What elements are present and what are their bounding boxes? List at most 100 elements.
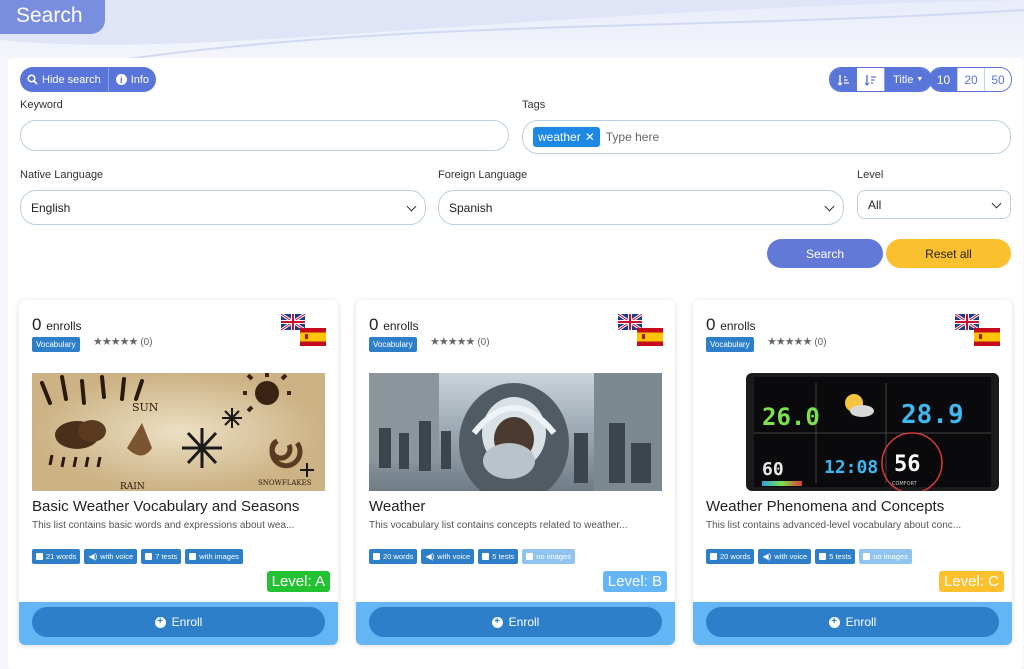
search-panel: Hide search i Info Title ▼ 10 20 50 Keyw… (8, 58, 1023, 669)
course-description: This vocabulary list contains concepts r… (369, 520, 628, 531)
info-label: Info (130, 73, 150, 86)
thumb-comfort-text: COMFORT (892, 481, 918, 487)
category-badge: Vocabulary (32, 337, 80, 352)
words-badge: 20 words (706, 549, 755, 564)
book-icon (36, 553, 43, 560)
tags-label: Tags (522, 99, 546, 111)
hide-search-label: Hide search (42, 73, 101, 86)
enroll-count: 0 enrolls (369, 315, 419, 334)
category-badge: Vocabulary (706, 337, 754, 352)
words-badge: 20 words (369, 549, 418, 564)
remove-tag-icon[interactable]: ✕ (585, 130, 595, 144)
sort-ascending-button[interactable] (830, 68, 857, 91)
info-button[interactable]: i Info (107, 67, 157, 92)
tag-chip: weather ✕ (533, 127, 600, 147)
level-value: All (868, 197, 882, 212)
sort-field-dropdown[interactable]: Title ▼ (884, 68, 932, 91)
page-size-20[interactable]: 20 (957, 68, 984, 91)
enroll-button[interactable]: + Enroll (369, 607, 662, 637)
page-title: Search (0, 0, 105, 34)
search-icon (27, 74, 38, 85)
enroll-button[interactable]: + Enroll (706, 607, 999, 637)
course-title[interactable]: Weather Phenomena and Concepts (706, 498, 944, 515)
enroll-label: Enroll (171, 615, 203, 629)
clipboard-icon (482, 553, 490, 560)
enroll-label: Enroll (845, 615, 877, 629)
voice-badge: ◀) with voice (84, 549, 138, 564)
chevron-down-icon (991, 198, 1002, 209)
voice-badge: ◀) with voice (758, 549, 812, 564)
thumb-rain-text: RAIN (120, 482, 145, 491)
native-language-select[interactable]: English (20, 190, 426, 225)
hide-search-button[interactable]: Hide search (20, 67, 108, 92)
rating-stars: ★★★★★ (0) (430, 336, 490, 348)
info-icon: i (115, 74, 127, 85)
language-flags-icon (281, 314, 326, 346)
keyword-label: Keyword (20, 99, 63, 111)
chevron-down-icon (406, 201, 417, 212)
course-card: 0 enrolls Vocabulary ★★★★★ (0) Weather Th… (356, 300, 675, 645)
level-label: Level (857, 169, 884, 181)
clipboard-icon (819, 553, 827, 560)
sort-descending-button[interactable] (857, 68, 884, 91)
enroll-count: 0 enrolls (32, 315, 82, 334)
tags-placeholder: Type here (605, 130, 660, 144)
clipboard-icon (145, 553, 153, 560)
course-thumbnail: 26.0 28.9 56 12:08 60 COMFORT (706, 373, 999, 491)
rating-count: (0) (814, 337, 827, 348)
course-description: This list contains advanced-level vocabu… (706, 520, 962, 531)
language-flags-icon (955, 314, 1000, 346)
chevron-down-icon (824, 201, 835, 212)
course-card: 0 enrolls Vocabulary ★★★★★ (0) 26.0 28.9 … (693, 300, 1012, 645)
foreign-language-value: Spanish (449, 200, 493, 215)
course-description: This list contains basic words and expre… (32, 520, 295, 531)
image-icon (526, 553, 534, 560)
enroll-button[interactable]: + Enroll (32, 607, 325, 637)
plus-icon: + (828, 616, 840, 628)
tests-badge: 7 tests (141, 549, 182, 564)
course-title[interactable]: Basic Weather Vocabulary and Seasons (32, 498, 299, 515)
plus-icon: + (491, 616, 503, 628)
foreign-language-select[interactable]: Spanish (438, 190, 844, 225)
enroll-count: 0 enrolls (706, 315, 756, 334)
svg-text:60: 60 (762, 459, 784, 480)
tag-chip-label: weather (538, 130, 581, 144)
level-badge: Level: C (938, 571, 1004, 592)
level-select[interactable]: All (857, 190, 1011, 219)
tests-badge: 5 tests (478, 549, 519, 564)
rating-stars: ★★★★★ (0) (767, 336, 827, 348)
book-icon (373, 553, 380, 560)
sort-controls: Title ▼ (829, 67, 933, 92)
course-thumbnail (369, 373, 662, 491)
course-title[interactable]: Weather (369, 498, 425, 515)
language-flags-icon (618, 314, 663, 346)
page-size-group: 10 20 50 (929, 67, 1012, 92)
rating-count: (0) (477, 337, 490, 348)
images-badge: no images (522, 549, 575, 564)
level-badge: Level: B (602, 571, 667, 592)
images-badge: no images (859, 549, 912, 564)
speaker-icon: ◀) (762, 552, 772, 561)
page-size-10[interactable]: 10 (930, 68, 957, 91)
keyword-input[interactable] (20, 120, 509, 151)
tests-badge: 5 tests (815, 549, 856, 564)
thumb-humidity-text: 56 (894, 452, 921, 477)
caret-down-icon: ▼ (916, 76, 924, 83)
images-badge: with images (185, 549, 243, 564)
native-language-value: English (31, 200, 71, 215)
voice-badge: ◀) with voice (421, 549, 475, 564)
speaker-icon: ◀) (425, 552, 435, 561)
course-card: 0 enrolls Vocabulary ★★★★★ (0) SUN RAIN S… (19, 300, 338, 645)
search-button[interactable]: Search (767, 239, 883, 268)
header-background (0, 0, 1024, 60)
rating-count: (0) (140, 337, 153, 348)
course-badges: 20 words ◀) with voice 5 tests no images (369, 549, 575, 564)
speaker-icon: ◀) (88, 552, 98, 561)
reset-all-button[interactable]: Reset all (886, 239, 1011, 268)
image-icon (863, 553, 871, 560)
tags-input[interactable]: weather ✕ Type here (522, 120, 1011, 154)
page-size-50[interactable]: 50 (984, 68, 1011, 91)
thumb-snowflakes-text: SNOWFLAKES (258, 479, 312, 487)
course-thumbnail: SUN RAIN SNOWFLAKES (32, 373, 325, 491)
foreign-language-label: Foreign Language (438, 169, 528, 181)
